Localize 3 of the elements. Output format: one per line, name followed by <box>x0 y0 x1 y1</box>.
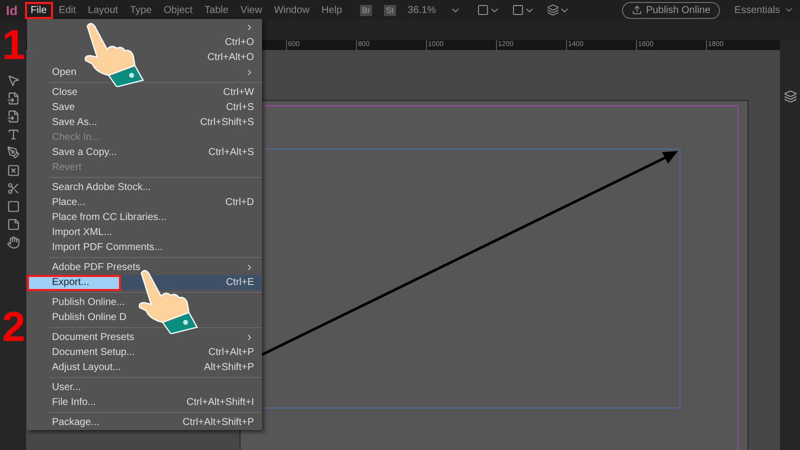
app-logo: Id <box>5 2 19 18</box>
step-number: 1 <box>2 24 26 66</box>
step-number: 2 <box>2 306 26 348</box>
